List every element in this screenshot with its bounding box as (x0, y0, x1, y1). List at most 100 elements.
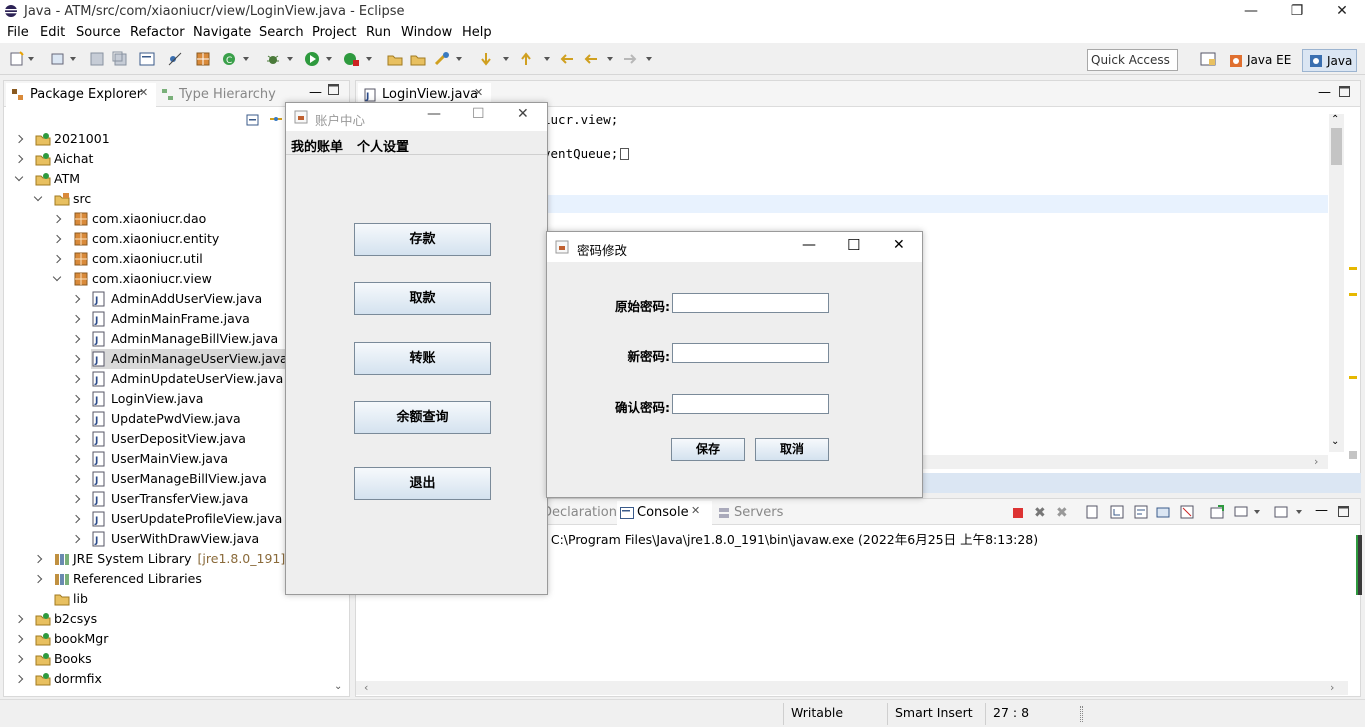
open-perspective-icon[interactable] (1200, 51, 1216, 67)
editor-vertical-scrollbar[interactable]: ⌃ ⌄ (1329, 114, 1344, 452)
tree-item[interactable]: UserUpdateProfileView.java J (91, 509, 284, 529)
folded-code-icon[interactable] (620, 148, 630, 160)
chevron-right-icon[interactable] (71, 434, 81, 444)
previous-annotation-icon[interactable] (518, 51, 534, 67)
chevron-right-icon[interactable] (71, 534, 81, 544)
save-icon[interactable] (89, 51, 105, 67)
search-tool-icon[interactable] (434, 51, 450, 67)
menu-file[interactable]: File (7, 25, 29, 40)
overview-marker[interactable] (1349, 267, 1357, 270)
tree-item[interactable]: b2csys (34, 609, 99, 629)
balance-query-button[interactable]: 余额查询 (354, 401, 491, 434)
maximize-icon[interactable]: ☐ (472, 106, 485, 122)
tree-item[interactable]: dormfix (34, 669, 104, 689)
save-button[interactable]: 保存 (671, 438, 745, 461)
withdraw-button[interactable]: 取款 (354, 282, 491, 315)
save-all-icon[interactable] (112, 51, 128, 67)
new-console-icon[interactable] (1274, 505, 1288, 519)
new-password-field[interactable] (672, 343, 829, 363)
chevron-right-icon[interactable] (33, 554, 43, 564)
chevron-right-icon[interactable] (71, 414, 81, 424)
new-java-class-icon[interactable]: C (221, 51, 237, 67)
pin-console-icon[interactable] (1156, 505, 1170, 519)
original-password-field[interactable] (672, 293, 829, 313)
link-with-editor-icon[interactable] (268, 112, 284, 126)
overview-marker[interactable] (1349, 293, 1357, 296)
chevron-right-icon[interactable] (71, 494, 81, 504)
close-icon[interactable]: ✕ (893, 237, 905, 253)
scroll-left-icon[interactable]: ‹ (364, 681, 368, 694)
tree-item[interactable]: com.xiaoniucr.util (72, 249, 205, 269)
perspective-java-ee[interactable]: Java EE (1223, 49, 1300, 72)
console-display-icon[interactable] (1234, 505, 1248, 519)
code-area[interactable]: iucr.view; ventQueue; (543, 111, 630, 163)
chevron-right-icon[interactable] (71, 474, 81, 484)
scroll-down-icon[interactable]: ⌄ (334, 681, 342, 692)
last-edit-location-icon[interactable] (559, 51, 575, 67)
chevron-right-icon[interactable] (71, 394, 81, 404)
close-tab-icon[interactable]: ✕ (691, 504, 700, 517)
debug-icon[interactable] (265, 51, 281, 67)
tree-item[interactable]: JRE System Library [jre1.8.0_191] (53, 549, 285, 569)
tab-servers[interactable]: Servers (716, 501, 783, 525)
tree-item[interactable]: com.xiaoniucr.view (72, 269, 214, 289)
word-wrap-icon[interactable] (1134, 505, 1148, 519)
tree-item[interactable]: bookMgr (34, 629, 110, 649)
minimize-view-icon[interactable]: — (309, 85, 322, 100)
tab-declaration[interactable]: Declaration (542, 501, 617, 525)
tree-item[interactable]: lib (53, 589, 90, 609)
menu-my-bills[interactable]: 我的账单 (291, 136, 343, 155)
clear-console-icon[interactable] (1086, 505, 1100, 519)
overview-marker[interactable] (1349, 376, 1357, 379)
cancel-button[interactable]: 取消 (755, 438, 829, 461)
tab-console[interactable]: Console ✕ (617, 501, 712, 525)
tree-item[interactable]: Aichat (34, 149, 95, 169)
chevron-right-icon[interactable] (52, 254, 62, 264)
tree-item[interactable]: AdminManageUserView.java J (91, 349, 290, 369)
transfer-button[interactable]: 转账 (354, 342, 491, 375)
tree-item[interactable]: AdminMainFrame.java J (91, 309, 252, 329)
maximize-editor-icon[interactable] (1339, 86, 1350, 97)
tree-item[interactable]: UserWithDrawView.java J (91, 529, 261, 549)
maximize-console-icon[interactable] (1338, 506, 1349, 517)
tab-type-hierarchy[interactable]: Type Hierarchy (159, 83, 276, 107)
maximize-icon[interactable]: ☐ (847, 236, 860, 254)
minimize-window-button[interactable]: — (1228, 0, 1274, 23)
quick-access-input[interactable]: Quick Access (1087, 49, 1178, 71)
chevron-right-icon[interactable] (71, 354, 81, 364)
scroll-right-icon[interactable]: › (1314, 455, 1318, 468)
close-window-button[interactable]: ✕ (1319, 0, 1365, 23)
chevron-right-icon[interactable] (71, 454, 81, 464)
minimize-editor-icon[interactable]: — (1318, 85, 1331, 100)
open-console-icon[interactable] (1210, 505, 1224, 519)
menu-refactor[interactable]: Refactor (130, 25, 185, 40)
back-icon[interactable] (583, 51, 599, 67)
tree-item[interactable]: LoginView.java J (91, 389, 205, 409)
collapse-all-icon[interactable] (246, 112, 260, 126)
tree-item[interactable]: Referenced Libraries (53, 569, 204, 589)
menu-navigate[interactable]: Navigate (193, 25, 251, 40)
deposit-button[interactable]: 存款 (354, 223, 491, 256)
chevron-right-icon[interactable] (52, 214, 62, 224)
tree-item[interactable]: AdminAddUserView.java J (91, 289, 264, 309)
chevron-right-icon[interactable] (71, 374, 81, 384)
confirm-password-field[interactable] (672, 394, 829, 414)
close-icon[interactable]: ✕ (517, 106, 529, 122)
tree-item[interactable]: Books (34, 649, 94, 669)
menu-window[interactable]: Window (401, 25, 452, 40)
minimize-icon[interactable]: — (427, 106, 441, 122)
external-tools-icon[interactable] (343, 51, 359, 67)
maximize-view-icon[interactable] (328, 84, 339, 95)
forward-icon[interactable] (622, 51, 638, 67)
open-resource-icon[interactable] (410, 51, 426, 67)
password-dialog-titlebar[interactable]: 密码修改 — ☐ ✕ (547, 232, 922, 262)
chevron-right-icon[interactable] (14, 674, 24, 684)
tree-item[interactable]: com.xiaoniucr.entity (72, 229, 221, 249)
menu-personal-settings[interactable]: 个人设置 (357, 136, 409, 155)
open-type-icon[interactable] (387, 51, 403, 67)
menu-run[interactable]: Run (366, 25, 391, 40)
scroll-up-icon[interactable]: ⌃ (1331, 114, 1339, 125)
next-annotation-icon[interactable] (478, 51, 494, 67)
scroll-thumb[interactable] (1331, 128, 1342, 165)
chevron-down-icon[interactable] (52, 272, 62, 282)
